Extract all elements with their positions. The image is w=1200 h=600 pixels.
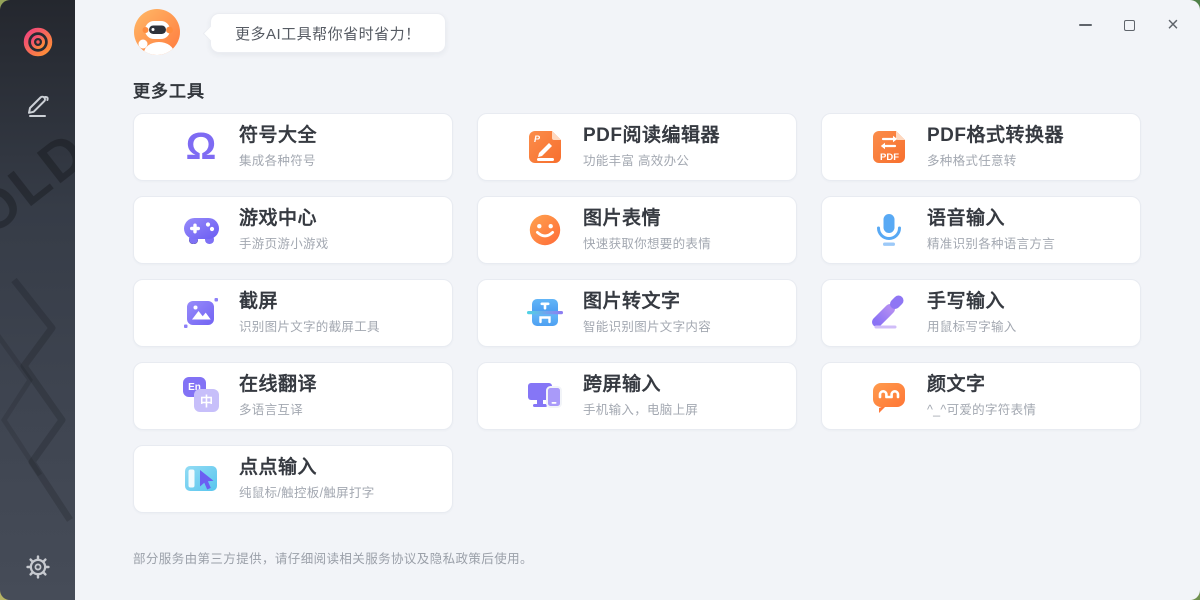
- tool-title: 符号大全: [239, 125, 317, 147]
- tool-subtitle: ^_^可爱的字符表情: [927, 399, 1036, 418]
- tool-title: PDF阅读编辑器: [583, 125, 720, 147]
- disclaimer-text: 部分服务由第三方提供，请仔细阅读相关服务协议及隐私政策后使用。: [133, 548, 533, 567]
- tool-card-handwriting[interactable]: 手写输入 用鼠标写字输入: [821, 279, 1141, 347]
- tool-title: 颜文字: [927, 374, 1036, 396]
- translate-icon: En 中: [180, 375, 222, 417]
- window-controls: ×: [1078, 15, 1180, 35]
- tool-title: 在线翻译: [239, 374, 317, 396]
- tool-subtitle: 手机输入，电脑上屏: [583, 399, 698, 418]
- cross-screen-icon: [524, 375, 566, 417]
- tool-card-pdf-editor[interactable]: P PDF阅读编辑器 功能丰富 高效办公: [477, 113, 797, 181]
- smiley-icon: [524, 209, 566, 251]
- pen-icon[interactable]: [0, 88, 75, 118]
- tool-card-image-to-text[interactable]: 图片转文字 智能识别图片文字内容: [477, 279, 797, 347]
- app-window: OLD: [0, 0, 1200, 600]
- maximize-icon: [1124, 20, 1135, 31]
- tool-subtitle: 用鼠标写字输入: [927, 316, 1017, 335]
- tool-subtitle: 多种格式任意转: [927, 150, 1064, 169]
- tool-card-image-emoji[interactable]: 图片表情 快速获取你想要的表情: [477, 196, 797, 264]
- close-icon: ×: [1167, 15, 1179, 35]
- tool-subtitle: 手游页游小游戏: [239, 233, 329, 252]
- tools-grid: Ω 符号大全 集成各种符号 P PDF阅读编辑器: [133, 113, 1141, 513]
- gamepad-icon: [180, 209, 222, 251]
- settings-gear-icon[interactable]: [0, 552, 75, 582]
- microphone-icon: [868, 209, 910, 251]
- tool-subtitle: 集成各种符号: [239, 150, 317, 169]
- tool-title: 图片转文字: [583, 291, 711, 313]
- svg-text:P: P: [534, 134, 541, 144]
- watermark-shape: [0, 270, 75, 550]
- tool-subtitle: 智能识别图片文字内容: [583, 316, 711, 335]
- tool-card-click-input[interactable]: 点点输入 纯鼠标/触控板/触屏打字: [133, 445, 453, 513]
- translate-zh-badge: 中: [194, 389, 219, 412]
- tool-subtitle: 识别图片文字的截屏工具: [239, 316, 380, 335]
- minimize-icon: [1079, 24, 1092, 26]
- tool-subtitle: 功能丰富 高效办公: [583, 150, 720, 169]
- tool-card-game-center[interactable]: 游戏中心 手游页游小游戏: [133, 196, 453, 264]
- sidebar: OLD: [0, 0, 75, 600]
- tool-card-voice-input[interactable]: 语音输入 精准识别各种语言方言: [821, 196, 1141, 264]
- svg-text:PDF: PDF: [880, 152, 899, 163]
- tool-subtitle: 快速获取你想要的表情: [583, 233, 711, 252]
- tool-card-pdf-converter[interactable]: PDF PDF格式转换器 多种格式任意转: [821, 113, 1141, 181]
- tool-card-screenshot[interactable]: 截屏 识别图片文字的截屏工具: [133, 279, 453, 347]
- page-title: 更多工具: [133, 77, 205, 102]
- tool-title: 跨屏输入: [583, 374, 698, 396]
- tool-card-translate[interactable]: En 中 在线翻译 多语言互译: [133, 362, 453, 430]
- tool-subtitle: 精准识别各种语言方言: [927, 233, 1055, 252]
- tool-title: 游戏中心: [239, 208, 329, 230]
- click-input-icon: [180, 458, 222, 500]
- sidebar-watermark: OLD: [0, 118, 75, 248]
- tool-title: 图片表情: [583, 208, 711, 230]
- screenshot-icon: [180, 292, 222, 334]
- maximize-button[interactable]: [1122, 17, 1136, 33]
- ai-tools-bubble[interactable]: 更多AI工具帮你省时省力！: [210, 13, 446, 53]
- kaomoji-icon: [868, 375, 910, 417]
- handwriting-icon: [868, 292, 910, 334]
- omega-icon: Ω: [180, 126, 222, 168]
- brand-logo[interactable]: [0, 25, 75, 59]
- tool-card-kaomoji[interactable]: 颜文字 ^_^可爱的字符表情: [821, 362, 1141, 430]
- tool-card-symbols[interactable]: Ω 符号大全 集成各种符号: [133, 113, 453, 181]
- tool-title: 点点输入: [239, 457, 375, 479]
- robot-mascot: [133, 8, 181, 56]
- tool-subtitle: 纯鼠标/触控板/触屏打字: [239, 482, 375, 501]
- tool-card-cross-screen[interactable]: 跨屏输入 手机输入，电脑上屏: [477, 362, 797, 430]
- minimize-button[interactable]: [1078, 17, 1092, 33]
- tool-subtitle: 多语言互译: [239, 399, 317, 418]
- image-to-text-icon: [524, 292, 566, 334]
- tool-title: 语音输入: [927, 208, 1055, 230]
- pdf-edit-icon: P: [524, 126, 566, 168]
- tool-title: PDF格式转换器: [927, 125, 1064, 147]
- main-panel: × 更多AI工具帮: [75, 0, 1200, 600]
- tool-title: 手写输入: [927, 291, 1017, 313]
- pdf-convert-icon: PDF: [868, 126, 910, 168]
- tool-title: 截屏: [239, 291, 380, 313]
- close-button[interactable]: ×: [1166, 17, 1180, 33]
